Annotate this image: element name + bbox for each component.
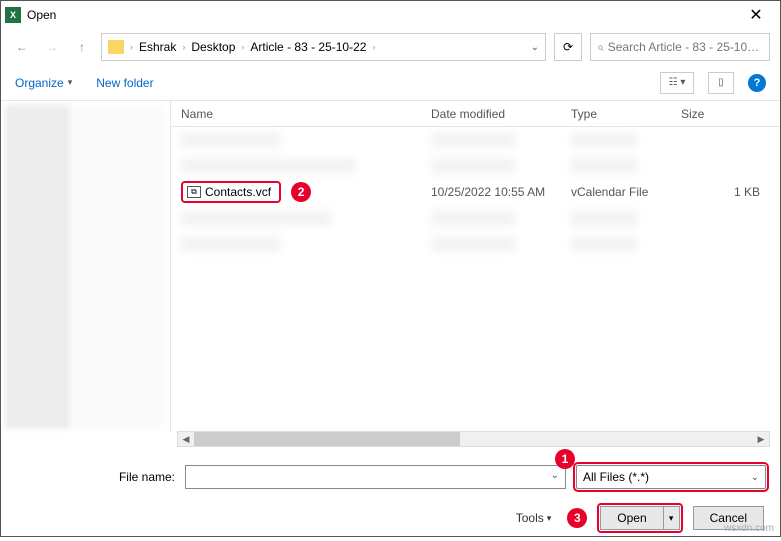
breadcrumb-seg[interactable]: Article - 83 - 25-10-22 xyxy=(250,40,366,54)
chevron-down-icon: ▾ xyxy=(68,77,73,88)
vcard-icon: ⧉ xyxy=(187,186,201,198)
refresh-button[interactable]: ⟳ xyxy=(554,33,582,61)
chevron-down-icon[interactable]: ⌄ xyxy=(551,470,559,481)
list-item[interactable] xyxy=(171,127,780,153)
main-area: Name Date modified Type Size xyxy=(1,101,780,433)
scroll-right-icon[interactable]: ▶ xyxy=(753,432,769,446)
scroll-thumb[interactable] xyxy=(194,432,460,446)
chevron-down-icon: ⌄ xyxy=(751,472,759,483)
toolbar: Organize ▾ New folder ☷ ▾ ▯ ? xyxy=(1,65,780,101)
chevron-right-icon: › xyxy=(372,42,375,52)
address-bar[interactable]: › Eshrak › Desktop › Article - 83 - 25-1… xyxy=(101,33,546,61)
organize-button[interactable]: Organize ▾ xyxy=(15,76,72,90)
file-name: Contacts.vcf xyxy=(205,185,271,199)
file-list-header: Name Date modified Type Size xyxy=(171,101,780,127)
col-type[interactable]: Type xyxy=(571,107,681,121)
annotation-badge: 1 xyxy=(555,449,575,469)
scroll-left-icon[interactable]: ◀ xyxy=(178,432,194,446)
chevron-right-icon: › xyxy=(182,42,185,52)
chevron-down-icon: ▾ xyxy=(547,513,552,524)
filename-label: File name: xyxy=(15,470,175,484)
list-item[interactable] xyxy=(171,231,780,257)
search-placeholder: Search Article - 83 - 25-10-22 xyxy=(608,40,763,54)
view-mode-button[interactable]: ☷ ▾ xyxy=(660,72,694,94)
file-list: Name Date modified Type Size xyxy=(171,101,780,433)
open-split-menu[interactable]: ▾ xyxy=(664,506,680,530)
file-type-filter[interactable]: All Files (*.*) ⌄ xyxy=(576,465,766,489)
filename-input[interactable]: ⌄ xyxy=(185,465,566,489)
col-date[interactable]: Date modified xyxy=(431,107,571,121)
back-button[interactable]: ← xyxy=(11,36,33,58)
breadcrumb-seg[interactable]: Desktop xyxy=(191,40,235,54)
tools-button[interactable]: Tools ▾ xyxy=(516,511,552,525)
preview-pane-button[interactable]: ▯ xyxy=(708,72,734,94)
nav-row: ← → ↑ › Eshrak › Desktop › Article - 83 … xyxy=(1,29,780,65)
chevron-down-icon[interactable]: ⌄ xyxy=(531,42,539,53)
list-item-contacts[interactable]: ⧉ Contacts.vcf 2 10/25/2022 10:55 AM vCa… xyxy=(171,179,780,205)
excel-icon: X xyxy=(5,7,21,23)
annotation-badge: 3 xyxy=(567,508,587,528)
chevron-right-icon: › xyxy=(241,42,244,52)
col-name[interactable]: Name xyxy=(171,107,431,121)
file-size: 1 KB xyxy=(681,185,780,199)
search-icon: ⌕ xyxy=(597,40,604,55)
folder-tree[interactable] xyxy=(1,101,171,433)
footer: File name: ⌄ All Files (*.*) ⌄ Tools ▾ 3… xyxy=(1,453,780,541)
watermark: wsxdn.com xyxy=(724,523,774,534)
search-input[interactable]: ⌕ Search Article - 83 - 25-10-22 xyxy=(590,33,770,61)
title-bar: X Open ✕ xyxy=(1,1,780,29)
col-size[interactable]: Size xyxy=(681,107,780,121)
horizontal-scrollbar[interactable]: ◀ ▶ xyxy=(177,431,770,447)
file-date: 10/25/2022 10:55 AM xyxy=(431,185,571,199)
up-button[interactable]: ↑ xyxy=(71,36,93,58)
file-type: vCalendar File xyxy=(571,185,681,199)
folder-icon xyxy=(108,40,124,54)
new-folder-button[interactable]: New folder xyxy=(96,76,153,90)
window-title: Open xyxy=(27,8,736,22)
breadcrumb-seg[interactable]: Eshrak xyxy=(139,40,176,54)
close-button[interactable]: ✕ xyxy=(736,1,776,29)
annotation-badge: 2 xyxy=(291,182,311,202)
open-button[interactable]: Open xyxy=(600,506,663,530)
list-item[interactable] xyxy=(171,205,780,231)
chevron-right-icon: › xyxy=(130,42,133,52)
list-item[interactable] xyxy=(171,153,780,179)
help-button[interactable]: ? xyxy=(748,74,766,92)
forward-button[interactable]: → xyxy=(41,36,63,58)
